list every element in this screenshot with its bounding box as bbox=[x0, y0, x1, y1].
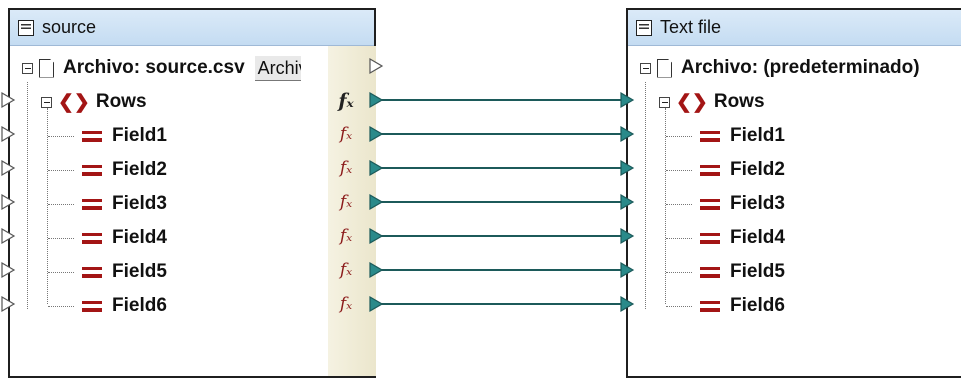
input-handle[interactable] bbox=[1, 261, 16, 279]
output-handle[interactable] bbox=[369, 193, 384, 211]
input-handle[interactable] bbox=[1, 295, 16, 313]
output-handle[interactable] bbox=[369, 91, 384, 109]
input-handle[interactable] bbox=[1, 125, 16, 143]
input-handle[interactable] bbox=[620, 159, 635, 177]
input-handle[interactable] bbox=[1, 159, 16, 177]
input-handle[interactable] bbox=[1, 227, 16, 245]
input-handle[interactable] bbox=[620, 261, 635, 279]
output-handle[interactable] bbox=[369, 57, 384, 75]
output-handle[interactable] bbox=[369, 261, 384, 279]
input-handle[interactable] bbox=[620, 295, 635, 313]
output-handle[interactable] bbox=[369, 125, 384, 143]
input-handle[interactable] bbox=[620, 193, 635, 211]
input-handle[interactable] bbox=[620, 91, 635, 109]
input-handle[interactable] bbox=[1, 193, 16, 211]
input-handle[interactable] bbox=[1, 91, 16, 109]
output-handle[interactable] bbox=[369, 227, 384, 245]
output-handle[interactable] bbox=[369, 295, 384, 313]
input-handle[interactable] bbox=[620, 125, 635, 143]
connection-layer bbox=[1, 57, 635, 313]
output-handle[interactable] bbox=[369, 159, 384, 177]
input-handle[interactable] bbox=[620, 227, 635, 245]
